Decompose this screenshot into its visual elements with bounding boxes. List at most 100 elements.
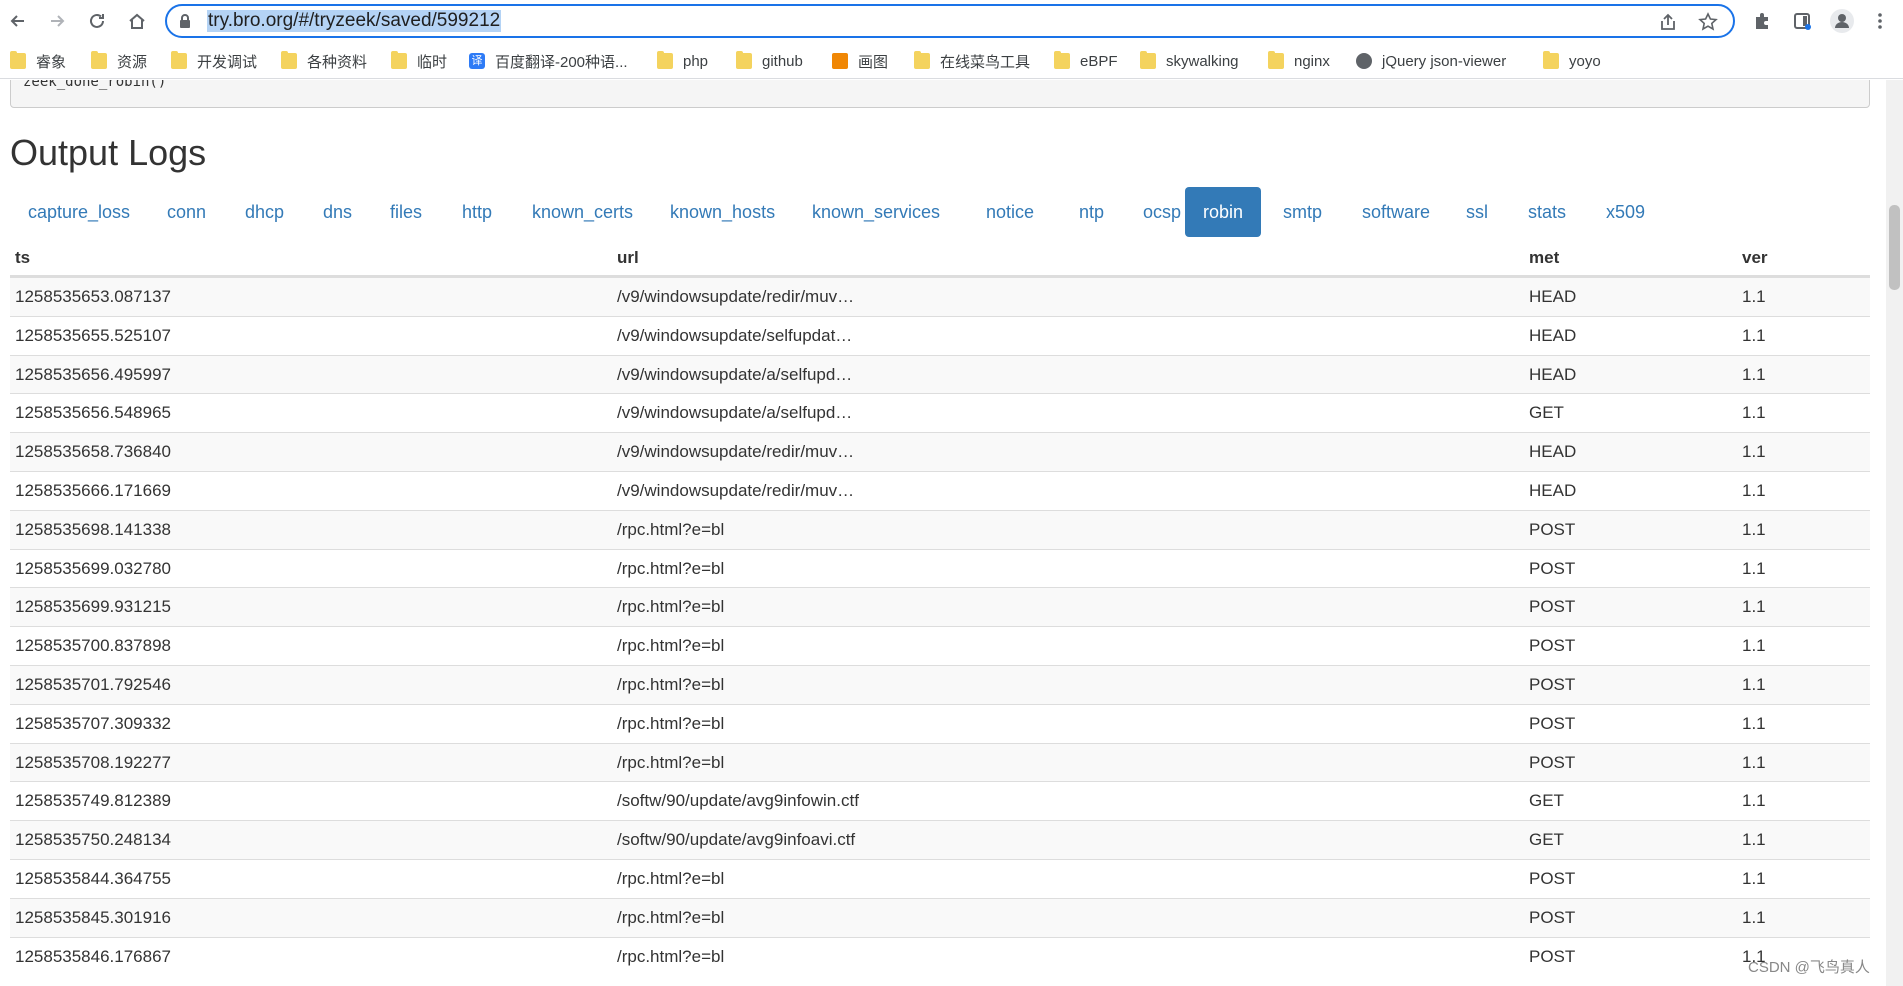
cell-url: /rpc.html?e=bl <box>617 558 725 578</box>
tab-dns[interactable]: dns <box>305 187 370 237</box>
table-row: 1258535749.812389/softw/90/update/avg9in… <box>10 781 1870 820</box>
tab-http[interactable]: http <box>444 187 510 237</box>
column-header-url[interactable]: url <box>617 248 639 268</box>
globe-icon <box>1356 53 1372 69</box>
cell-ver: 1.1 <box>1742 868 1766 888</box>
menu-button[interactable] <box>1866 7 1894 35</box>
folder-icon <box>657 51 673 69</box>
bookmark-item[interactable]: yoyo <box>1543 49 1601 73</box>
cell-met: GET <box>1529 830 1564 850</box>
cell-url: /softw/90/update/avg9infowin.ctf <box>617 791 859 811</box>
avatar-icon <box>1830 9 1854 33</box>
cell-ver: 1.1 <box>1742 403 1766 423</box>
arrow-left-icon <box>10 15 24 27</box>
forward-button[interactable] <box>43 7 71 35</box>
cell-ver: 1.1 <box>1742 364 1766 384</box>
bookmark-item[interactable]: 译百度翻译-200种语... <box>469 49 628 73</box>
page-title: Output Logs <box>10 132 207 173</box>
cell-url: /rpc.html?e=bl <box>617 868 725 888</box>
bookmark-item[interactable]: 画图 <box>832 49 888 73</box>
bookmark-item[interactable]: 临时 <box>391 49 447 73</box>
arrow-right-icon <box>51 15 65 27</box>
bookmark-item[interactable]: 睿象 <box>10 49 66 73</box>
tab-software[interactable]: software <box>1344 187 1448 237</box>
cell-ts: 1258535845.301916 <box>15 907 171 927</box>
tab-conn[interactable]: conn <box>149 187 224 237</box>
cell-ts: 1258535653.087137 <box>15 287 171 306</box>
tab-known_certs[interactable]: known_certs <box>514 187 651 237</box>
cell-met: POST <box>1529 907 1576 927</box>
bookmark-item[interactable]: php <box>657 49 708 73</box>
tab-capture_loss[interactable]: capture_loss <box>10 187 148 237</box>
table-row: 1258535656.548965/v9/windowsupdate/a/sel… <box>10 393 1870 432</box>
page-scrollbar[interactable] <box>1886 80 1903 986</box>
tab-robin[interactable]: robin <box>1185 187 1262 237</box>
tab-known_hosts[interactable]: known_hosts <box>652 187 793 237</box>
column-header-ts[interactable]: ts <box>15 248 30 268</box>
table-row: 1258535666.171669/v9/windowsupdate/redir… <box>10 470 1870 510</box>
cell-ts: 1258535655.525107 <box>15 325 171 345</box>
tab-known_services[interactable]: known_services <box>794 187 958 237</box>
tab-files[interactable]: files <box>372 187 440 237</box>
side-panel-button[interactable] <box>1788 7 1816 35</box>
column-header-met[interactable]: met <box>1529 248 1559 268</box>
folder-icon <box>1543 51 1559 69</box>
drawio-icon <box>832 53 848 69</box>
cell-ts: 1258535708.192277 <box>15 752 171 772</box>
tab-ntp[interactable]: ntp <box>1061 187 1122 237</box>
reload-button[interactable] <box>83 7 111 35</box>
table-row: 1258535845.301916/rpc.html?e=bl POST 1.1 <box>10 897 1870 937</box>
cell-url: /rpc.html?e=bl <box>617 674 725 694</box>
cell-ver: 1.1 <box>1742 287 1766 306</box>
bookmark-item[interactable]: 在线菜鸟工具 <box>914 49 1030 73</box>
table-row: 1258535653.087137/v9/windowsupdate/redir… <box>10 277 1870 316</box>
cell-ts: 1258535707.309332 <box>15 713 171 733</box>
bookmark-item[interactable]: skywalking <box>1140 49 1239 73</box>
back-button[interactable] <box>4 7 32 35</box>
table-row: 1258535707.309332/rpc.html?e=bl POST 1.1 <box>10 703 1870 743</box>
tab-stats[interactable]: stats <box>1510 187 1584 237</box>
column-header-ver[interactable]: ver <box>1742 248 1768 268</box>
folder-icon <box>171 51 187 69</box>
cell-url: /v9/windowsupdate/redir/muv… <box>617 442 855 462</box>
cell-ts: 1258535699.931215 <box>15 597 171 617</box>
log-tabs: capture_loss conn dhcp dns files http kn… <box>10 187 1870 237</box>
cell-ver: 1.1 <box>1742 713 1766 733</box>
tab-x509[interactable]: x509 <box>1588 187 1663 237</box>
cell-met: HEAD <box>1529 442 1577 462</box>
url-text[interactable]: try.bro.org/#/tryzeek/saved/599212 <box>207 10 502 32</box>
cell-ts: 1258535749.812389 <box>15 791 171 811</box>
cell-ver: 1.1 <box>1742 752 1766 772</box>
scrollbar-thumb[interactable] <box>1889 205 1900 290</box>
reload-icon <box>90 13 104 28</box>
profile-button[interactable] <box>1828 7 1856 35</box>
folder-icon <box>1054 51 1070 69</box>
bookmark-item[interactable]: jQuery json-viewer <box>1356 49 1506 73</box>
bookmark-item[interactable]: 各种资料 <box>281 49 367 73</box>
cell-ts: 1258535656.495997 <box>15 364 171 384</box>
tab-dhcp[interactable]: dhcp <box>227 187 302 237</box>
cell-url: /rpc.html?e=bl <box>617 946 725 966</box>
folder-icon <box>10 51 26 69</box>
extensions-button[interactable] <box>1748 7 1776 35</box>
bookmark-item[interactable]: eBPF <box>1054 49 1118 73</box>
bookmark-star-button[interactable] <box>1697 11 1719 33</box>
address-bar[interactable]: try.bro.org/#/tryzeek/saved/599212 <box>165 4 1735 38</box>
tab-smtp[interactable]: smtp <box>1265 187 1340 237</box>
cell-ver: 1.1 <box>1742 519 1766 539</box>
home-icon <box>129 13 145 29</box>
tab-ssl[interactable]: ssl <box>1448 187 1506 237</box>
bookmark-item[interactable]: nginx <box>1268 49 1330 73</box>
bookmark-item[interactable]: github <box>736 49 803 73</box>
cell-url: /v9/windowsupdate/selfupdat… <box>617 325 853 345</box>
home-button[interactable] <box>123 7 151 35</box>
cell-url: /v9/windowsupdate/a/selfupd… <box>617 403 853 423</box>
share-button[interactable] <box>1657 11 1679 33</box>
cell-ts: 1258535844.364755 <box>15 868 171 888</box>
table-row: 1258535656.495997/v9/windowsupdate/a/sel… <box>10 354 1870 394</box>
bookmark-item[interactable]: 资源 <box>91 49 147 73</box>
folder-icon <box>1268 51 1284 69</box>
cell-url: /rpc.html?e=bl <box>617 713 725 733</box>
tab-notice[interactable]: notice <box>968 187 1052 237</box>
bookmark-item[interactable]: 开发调试 <box>171 49 257 73</box>
